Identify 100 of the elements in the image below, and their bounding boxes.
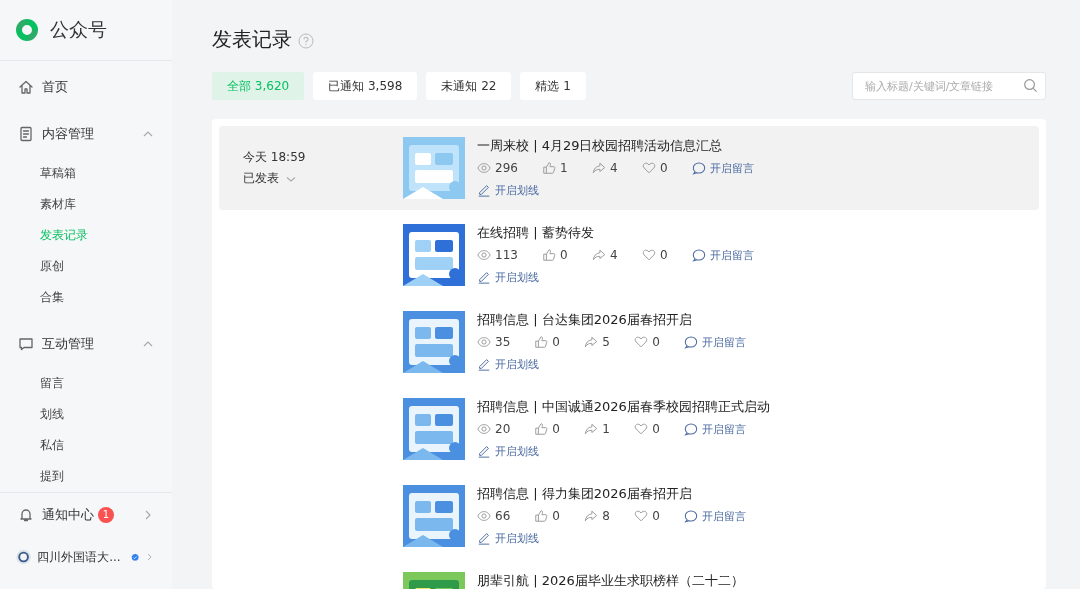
comment-icon <box>684 509 699 523</box>
underline-toggle-link[interactable]: 开启划线 <box>477 267 754 287</box>
stat-count: 0 <box>559 248 568 262</box>
article-title[interactable]: 朋辈引航 | 2026届毕业生求职榜样（二十二） <box>477 571 744 589</box>
stat-count: 4 <box>609 248 618 262</box>
bell-icon <box>18 507 34 523</box>
article-row[interactable]: 招聘信息 | 得力集团2026届春招开启 66 0 8 0 开启留言 开启划线 <box>219 474 1039 558</box>
share-arrow-icon <box>584 335 599 349</box>
comment-icon <box>691 248 706 262</box>
stat-count: 113 <box>495 248 518 262</box>
publish-time: 今天 18:59 <box>243 149 307 166</box>
filter-tab[interactable]: 精选 1 <box>520 72 586 100</box>
document-icon <box>18 126 34 142</box>
nav-item[interactable]: 原创 <box>0 251 172 282</box>
search-icon[interactable] <box>1023 78 1038 93</box>
stat-count: 1 <box>602 422 611 436</box>
thumbs-up-icon <box>534 422 549 436</box>
stat-count: 0 <box>659 161 668 175</box>
nav-item[interactable]: 首页 <box>0 71 172 103</box>
heart-icon <box>634 509 649 523</box>
pen-icon <box>477 444 491 458</box>
filter-tab[interactable]: 已通知 3,598 <box>313 72 418 100</box>
thumbs-up-icon <box>534 509 549 523</box>
stat-count: 0 <box>652 422 661 436</box>
comment-toggle-link[interactable]: 开启留言 <box>684 421 747 437</box>
share-arrow-icon <box>584 422 599 436</box>
comment-toggle-link[interactable]: 开启留言 <box>684 334 747 350</box>
thumbs-up-icon <box>541 248 556 262</box>
stat-count: 0 <box>552 335 561 349</box>
search-field[interactable]: 输入标题/关键词/文章链接 <box>852 72 1046 100</box>
account-item[interactable]: 四川外国语大... <box>0 541 172 573</box>
nav-item[interactable]: 合集 <box>0 282 172 313</box>
share-arrow-icon <box>591 248 606 262</box>
comment-icon <box>684 422 699 436</box>
logo-text: 公众号 <box>50 17 107 42</box>
filter-tab[interactable]: 未通知 22 <box>426 72 512 100</box>
comment-icon <box>684 335 699 349</box>
nav-item[interactable]: 私信 <box>0 430 172 461</box>
article-title[interactable]: 招聘信息 | 台达集团2026届春招开启 <box>477 310 747 329</box>
comment-toggle-link[interactable]: 开启留言 <box>691 160 754 176</box>
avatar-icon <box>16 547 32 567</box>
nav-group[interactable]: 内容管理 <box>0 118 172 150</box>
article-row[interactable]: 招聘信息 | 中国诚通2026届春季校园招聘正式启动 20 0 1 0 开启留言 开启划线 <box>219 387 1039 471</box>
article-title[interactable]: 招聘信息 | 得力集团2026届春招开启 <box>477 484 747 503</box>
article-row[interactable]: 朋辈引航 | 2026届毕业生求职榜样（二十二） <box>219 561 1039 589</box>
page-title: 发表记录 <box>212 25 292 53</box>
article-title[interactable]: 在线招聘 | 蓄势待发 <box>477 223 754 242</box>
home-icon <box>18 79 34 95</box>
nav-item[interactable]: 提到 <box>0 461 172 492</box>
pen-icon <box>477 531 491 545</box>
underline-toggle-link[interactable]: 开启划线 <box>477 441 770 461</box>
article-row[interactable]: 今天 18:59 已发表 一周来校 | 4月29日校园招聘活动信息汇总 296 1 4 0 开启留言 开启划线 <box>219 126 1039 210</box>
eye-icon <box>477 248 491 262</box>
article-row[interactable]: 在线招聘 | 蓄势待发 113 0 4 0 开启留言 开启划线 <box>219 213 1039 297</box>
comment-toggle-link[interactable]: 开启留言 <box>691 247 754 263</box>
article-title[interactable]: 招聘信息 | 中国诚通2026届春季校园招聘正式启动 <box>477 397 770 416</box>
logo-icon[interactable] <box>14 17 40 43</box>
comment-toggle-link[interactable]: 开启留言 <box>684 508 747 524</box>
help-icon[interactable] <box>298 32 314 49</box>
article-row[interactable]: 招聘信息 | 台达集团2026届春招开启 35 0 5 0 开启留言 开启划线 <box>219 300 1039 384</box>
nav-group[interactable]: 互动管理 <box>0 328 172 360</box>
stat-count: 4 <box>609 161 618 175</box>
eye-icon <box>477 422 491 436</box>
heart-icon <box>641 248 656 262</box>
underline-toggle-link[interactable]: 开启划线 <box>477 528 747 548</box>
stat-count: 66 <box>495 509 511 523</box>
stat-count: 0 <box>552 509 561 523</box>
thumbs-up-icon <box>541 161 556 175</box>
heart-icon <box>641 161 656 175</box>
stat-count: 0 <box>652 509 661 523</box>
eye-icon <box>477 335 491 349</box>
count-badge: 1 <box>98 507 114 523</box>
share-arrow-icon <box>584 509 599 523</box>
stat-count: 1 <box>559 161 568 175</box>
notification-item[interactable]: 通知中心 1 <box>0 499 172 531</box>
underline-toggle-link[interactable]: 开启划线 <box>477 354 747 374</box>
underline-toggle-link[interactable]: 开启划线 <box>477 180 754 200</box>
stat-count: 35 <box>495 335 511 349</box>
thumbs-up-icon <box>534 335 549 349</box>
eye-icon <box>477 509 491 523</box>
nav-item[interactable]: 划线 <box>0 399 172 430</box>
stat-count: 20 <box>495 422 511 436</box>
chat-icon <box>18 336 34 352</box>
nav-item[interactable]: 留言 <box>0 368 172 399</box>
share-arrow-icon <box>591 161 606 175</box>
nav-item[interactable]: 素材库 <box>0 189 172 220</box>
status-dropdown[interactable]: 已发表 <box>243 170 403 187</box>
stat-count: 0 <box>652 335 661 349</box>
eye-icon <box>477 161 491 175</box>
pen-icon <box>477 270 491 284</box>
heart-icon <box>634 422 649 436</box>
stat-count: 8 <box>602 509 611 523</box>
stat-count: 0 <box>659 248 668 262</box>
heart-icon <box>634 335 649 349</box>
comment-icon <box>691 161 706 175</box>
nav-item[interactable]: 草稿箱 <box>0 158 172 189</box>
pen-icon <box>477 183 491 197</box>
pen-icon <box>477 357 491 371</box>
stat-count: 296 <box>495 161 518 175</box>
article-title[interactable]: 一周来校 | 4月29日校园招聘活动信息汇总 <box>477 136 754 155</box>
